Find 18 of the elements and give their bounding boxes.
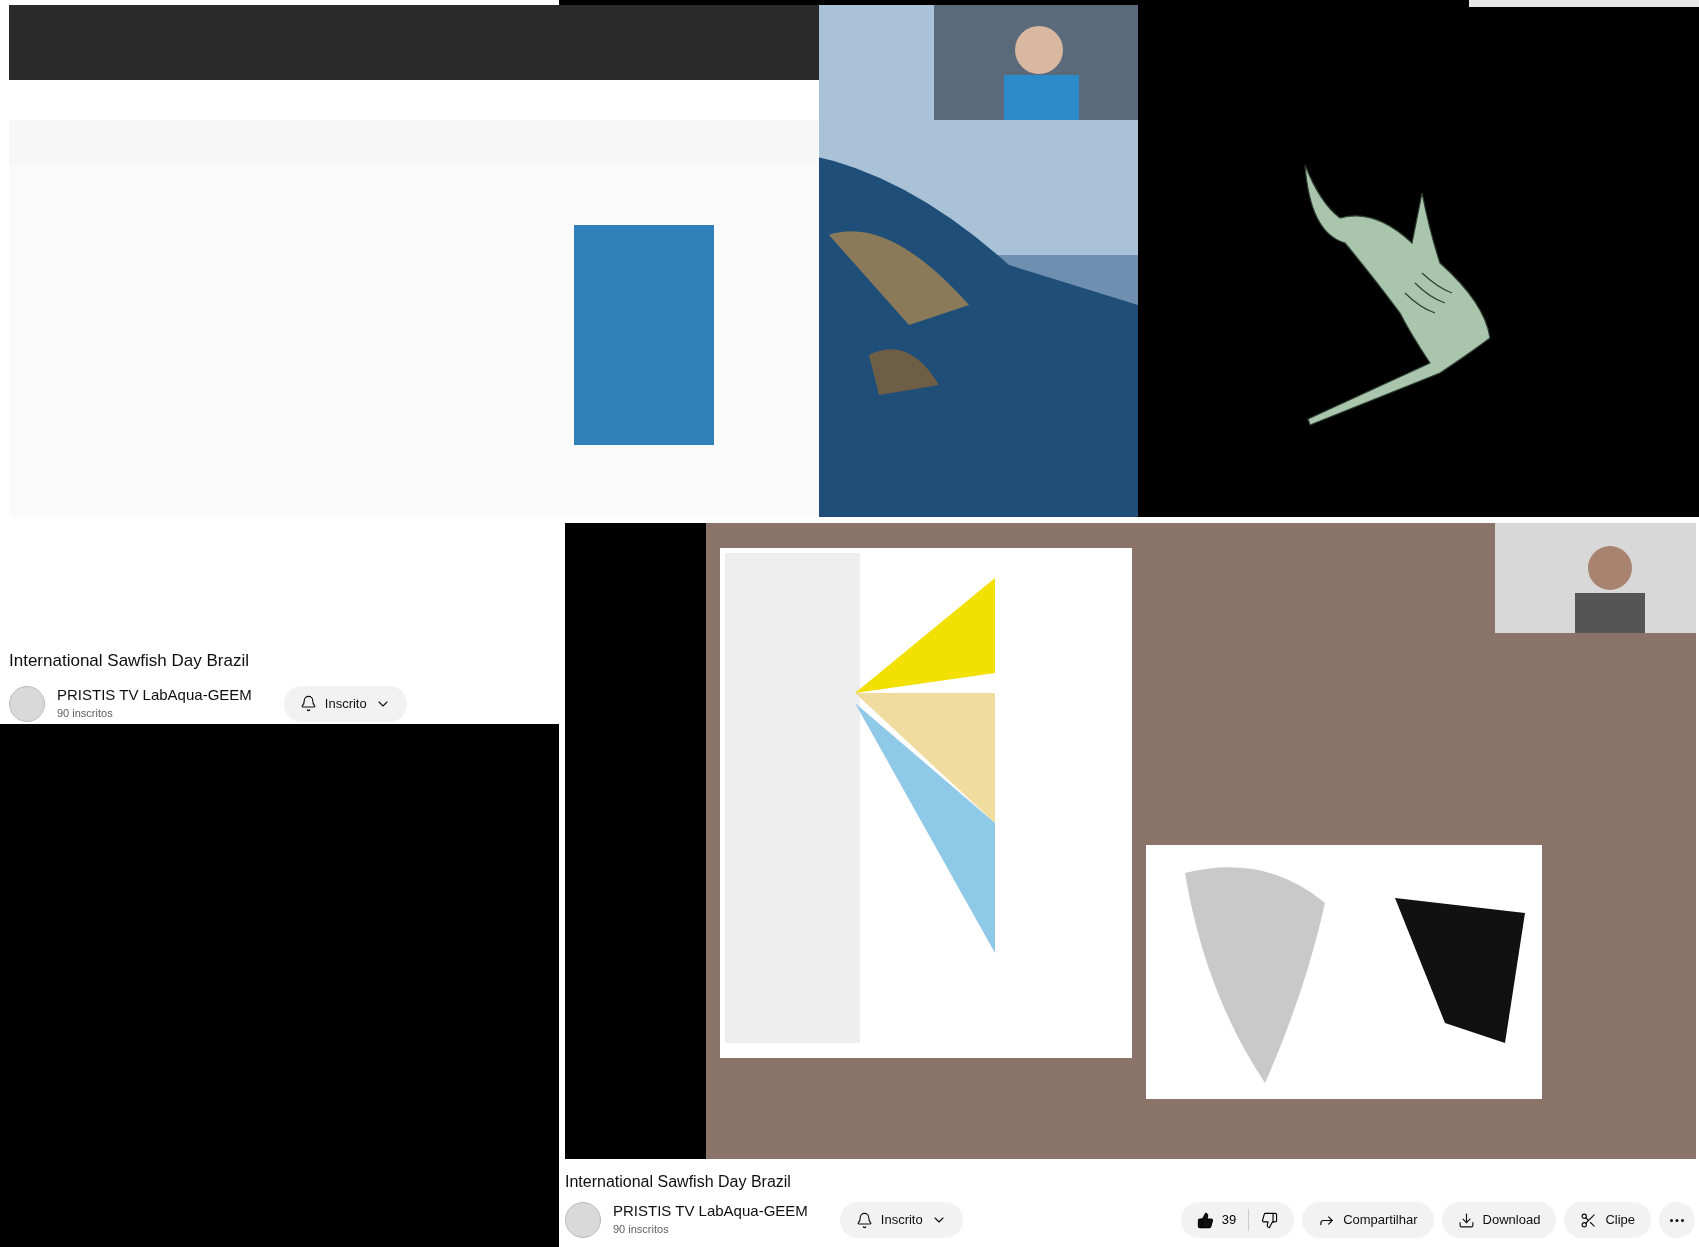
share-button[interactable]: Compartilhar xyxy=(1302,1202,1434,1238)
more-icon xyxy=(1670,1218,1684,1222)
thumbs-down-icon xyxy=(1261,1211,1279,1229)
thumbs-up-icon xyxy=(1196,1211,1214,1229)
subscribe-button[interactable]: Inscrito xyxy=(839,1202,963,1238)
scissors-icon xyxy=(1580,1211,1598,1229)
subscriber-count: 90 inscritos xyxy=(57,705,114,721)
bell-icon xyxy=(299,695,317,712)
video-title: International Sawfish Day Brazil xyxy=(9,650,250,672)
subscriber-count: 90 inscritos xyxy=(613,1222,670,1238)
bell-icon xyxy=(855,1211,873,1229)
clip-button[interactable]: Clipe xyxy=(1564,1202,1651,1238)
download-icon xyxy=(1457,1211,1475,1229)
channel-name[interactable]: PRISTIS TV LabAqua-GEEM xyxy=(57,685,252,705)
download-button[interactable]: Download xyxy=(1441,1202,1557,1238)
channel-name[interactable]: PRISTIS TV LabAqua-GEEM xyxy=(613,1202,808,1222)
like-button[interactable]: 39 xyxy=(1180,1210,1249,1230)
video-title: International Sawfish Day Brazil xyxy=(565,1172,792,1192)
